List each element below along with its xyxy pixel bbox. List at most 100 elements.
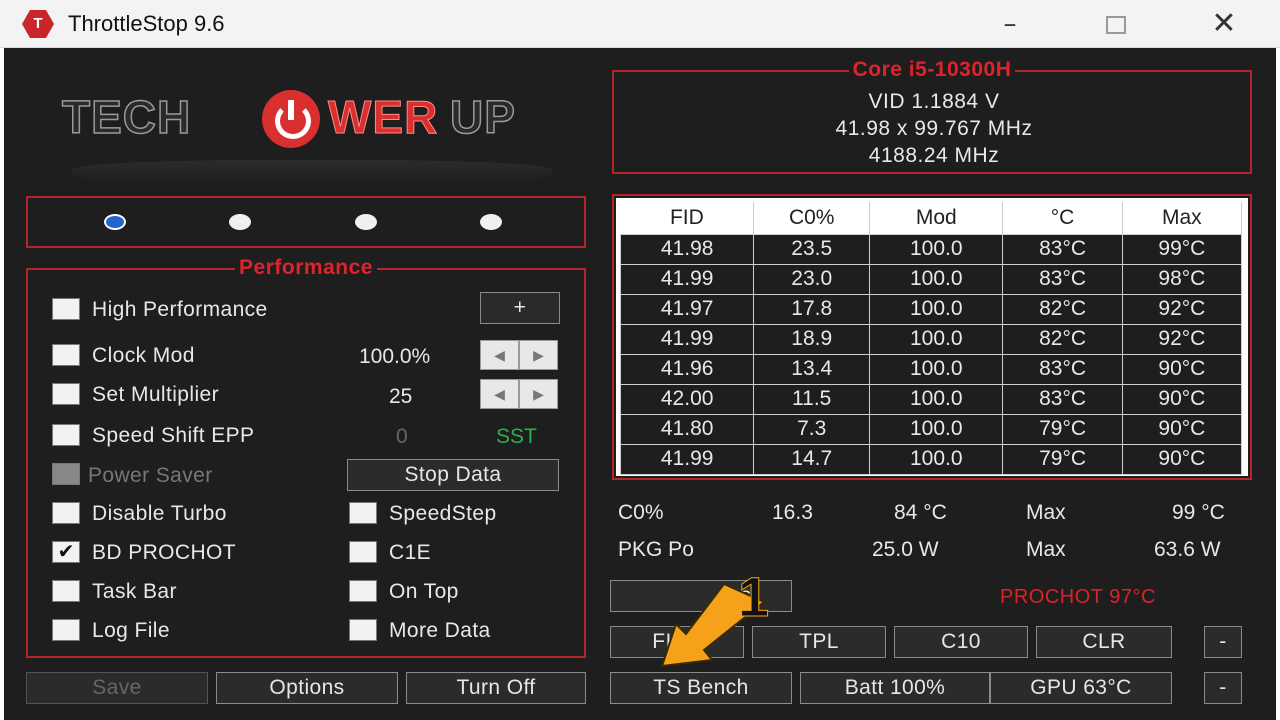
log-file-checkbox[interactable] (52, 619, 80, 641)
stop-data-button[interactable]: Stop Data (347, 459, 559, 491)
set-multiplier-spinner[interactable]: ◀ ▶ (480, 379, 558, 409)
power-saver-label: Power Saver (88, 464, 213, 487)
frequency-readout: 4188.24 MHz (868, 144, 1000, 167)
turn-off-button[interactable]: Turn Off (406, 672, 586, 704)
table-row: 42.00 11.5 100.0 83°C 90°C (619, 383, 1243, 415)
clock-mod-spinner[interactable]: ◀ ▶ (480, 340, 558, 370)
close-button[interactable]: ✕ (1194, 6, 1254, 42)
gpu-button[interactable]: GPU 63°C (990, 672, 1172, 704)
header-fid[interactable]: FID (620, 202, 755, 234)
minimize-panel-button[interactable]: - (1204, 626, 1242, 658)
annotation-arrow-icon: 1 (660, 565, 770, 668)
package-temp: 84 °C (894, 501, 947, 524)
c0-value: 16.3 (772, 501, 813, 524)
clock-mod-label: Clock Mod (92, 344, 195, 367)
profile-radio-1[interactable] (104, 214, 126, 230)
minimize-button[interactable]: – (980, 6, 1040, 42)
header-mod[interactable]: Mod (869, 202, 1004, 234)
profile-radio-3[interactable] (355, 214, 377, 230)
table-cell: 99°C (1121, 233, 1243, 265)
speed-shift-checkbox[interactable] (52, 424, 80, 446)
c10-button[interactable]: C10 (894, 626, 1028, 658)
sst-badge: SST (496, 425, 537, 448)
header-c0[interactable]: C0% (753, 202, 871, 234)
table-cell: 100.0 (869, 443, 1004, 475)
table-cell: 100.0 (869, 293, 1004, 325)
battery-button[interactable]: Batt 100% (800, 672, 990, 704)
maximize-button[interactable] (1086, 6, 1146, 42)
c1e-checkbox[interactable] (349, 541, 377, 563)
disable-turbo-label: Disable Turbo (92, 502, 227, 525)
table-cell: 79°C (1002, 443, 1123, 475)
table-row: 41.96 13.4 100.0 83°C 90°C (619, 353, 1243, 385)
chevron-right-icon[interactable]: ▶ (519, 379, 558, 409)
table-cell: 83°C (1002, 383, 1123, 415)
more-data-label: More Data (389, 619, 491, 642)
chevron-left-icon[interactable]: ◀ (480, 340, 519, 370)
add-button[interactable]: + (480, 292, 560, 324)
table-cell: 42.00 (619, 383, 755, 415)
table-row: 41.99 23.0 100.0 83°C 98°C (619, 263, 1243, 295)
task-bar-checkbox[interactable] (52, 580, 80, 602)
header-max[interactable]: Max (1122, 202, 1243, 234)
high-performance-label: High Performance (92, 298, 268, 321)
profile-radio-2[interactable] (229, 214, 251, 230)
disable-turbo-checkbox[interactable] (52, 502, 80, 524)
clock-mod-value: 100.0% (359, 345, 431, 368)
table-cell: 82°C (1002, 293, 1123, 325)
c1e-label: C1E (389, 541, 432, 564)
table-row: 41.97 17.8 100.0 82°C 92°C (619, 293, 1243, 325)
high-performance-checkbox[interactable] (52, 298, 80, 320)
table-cell: 100.0 (869, 323, 1004, 355)
power-saver-checkbox (52, 463, 80, 485)
pkg-power-label: PKG Po (618, 538, 694, 561)
on-top-label: On Top (389, 580, 459, 603)
on-top-checkbox[interactable] (349, 580, 377, 602)
core-table: FID C0% Mod °C Max 41.98 23.5 100.0 83°C 99°… (619, 202, 1243, 475)
maximize-icon (1106, 15, 1126, 34)
bd-prochot-checkbox[interactable]: ✔ (52, 541, 80, 563)
table-cell: 41.99 (619, 323, 755, 355)
cpu-model-heading: Core i5-10300H (848, 58, 1016, 81)
table-cell: 11.5 (753, 383, 871, 415)
set-multiplier-checkbox[interactable] (52, 383, 80, 405)
speedstep-label: SpeedStep (389, 502, 497, 525)
profile-radio-4[interactable] (480, 214, 502, 230)
chevron-right-icon[interactable]: ▶ (519, 340, 558, 370)
chevron-left-icon[interactable]: ◀ (480, 379, 519, 409)
window-title: ThrottleStop 9.6 (68, 11, 225, 36)
table-row: 41.99 18.9 100.0 82°C 92°C (619, 323, 1243, 355)
table-cell: 23.5 (753, 233, 871, 265)
max-power-label: Max (1026, 538, 1066, 561)
clock-mod-checkbox[interactable] (52, 344, 80, 366)
vid-readout: VID 1.1884 V (868, 90, 1000, 113)
performance-heading: Performance (235, 256, 377, 279)
table-cell: 100.0 (869, 383, 1004, 415)
minimize-panel-button-2[interactable]: - (1204, 672, 1242, 704)
table-cell: 90°C (1121, 443, 1243, 475)
logo-up-text: UP (449, 90, 516, 144)
table-cell: 83°C (1002, 353, 1123, 385)
table-cell: 92°C (1121, 323, 1243, 355)
table-cell: 13.4 (753, 353, 871, 385)
table-cell: 79°C (1002, 413, 1123, 445)
logo-tech-text: TECH (61, 90, 192, 144)
table-cell: 100.0 (869, 353, 1004, 385)
header-temp[interactable]: °C (1002, 202, 1123, 234)
table-cell: 98°C (1121, 263, 1243, 295)
ts-bench-button[interactable]: TS Bench (610, 672, 792, 704)
set-multiplier-value: 25 (389, 385, 413, 408)
table-cell: 92°C (1121, 293, 1243, 325)
table-cell: 18.9 (753, 323, 871, 355)
log-file-label: Log File (92, 619, 170, 642)
more-data-checkbox[interactable] (349, 619, 377, 641)
speedstep-checkbox[interactable] (349, 502, 377, 524)
speed-shift-value: 0 (396, 425, 408, 448)
power-icon (262, 90, 320, 148)
save-button: Save (26, 672, 208, 704)
options-button[interactable]: Options (216, 672, 398, 704)
table-cell: 100.0 (869, 233, 1004, 265)
clr-button[interactable]: CLR (1036, 626, 1172, 658)
logo-reflection (72, 160, 552, 184)
table-row: 41.98 23.5 100.0 83°C 99°C (619, 233, 1243, 265)
